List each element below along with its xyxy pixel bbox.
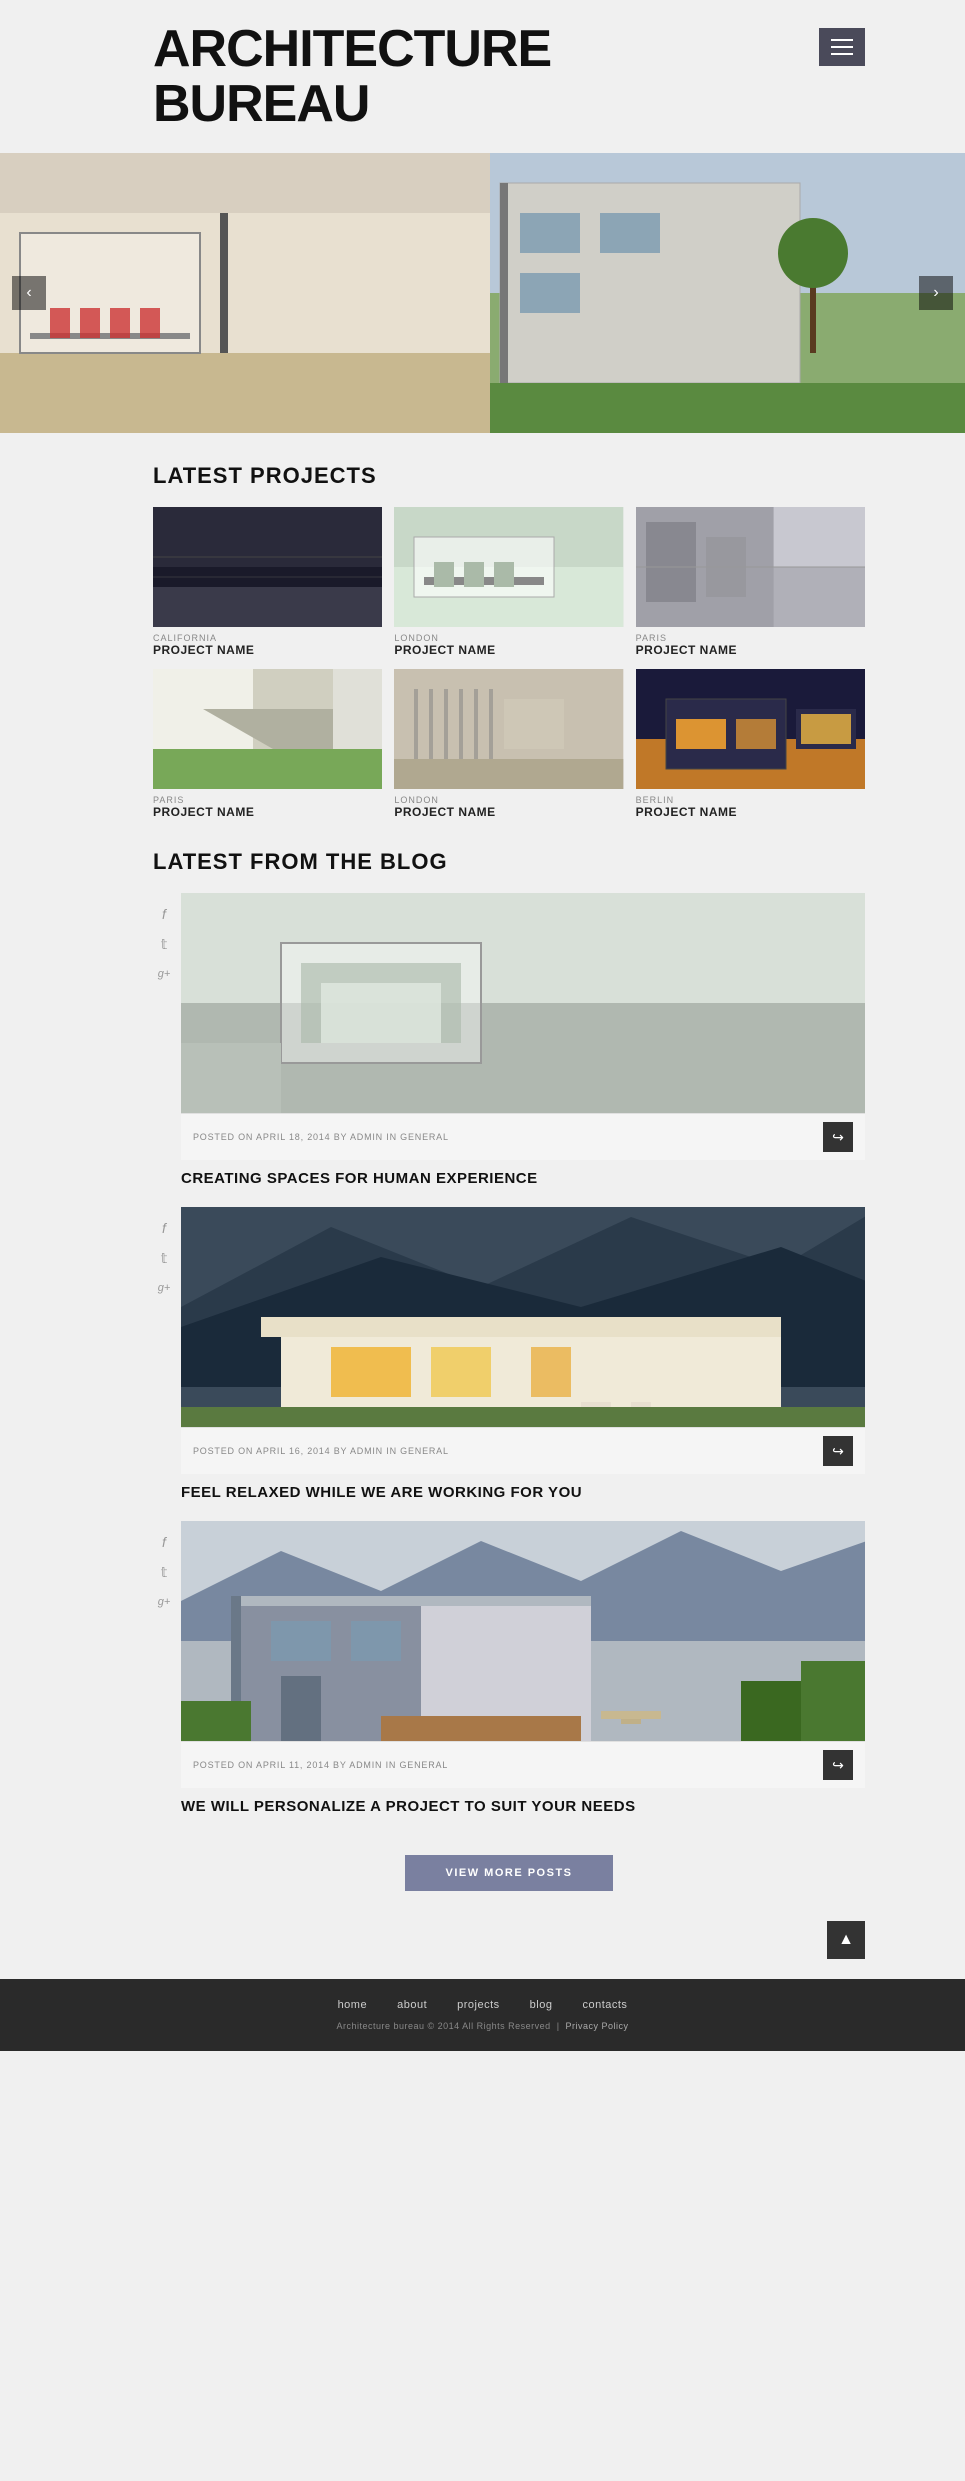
project-name-1: PROJECT NAME bbox=[153, 643, 382, 657]
menu-line-3 bbox=[831, 53, 853, 55]
project-name-3: PROJECT NAME bbox=[636, 643, 865, 657]
twitter-icon-1[interactable]: 𝕥 bbox=[153, 933, 175, 955]
blog-post-2: f 𝕥 g+ bbox=[153, 1207, 865, 1521]
project-svg-3 bbox=[636, 507, 865, 627]
project-svg-4 bbox=[153, 669, 382, 789]
project-location-6: BERLIN bbox=[636, 795, 865, 805]
blog-section: LATEST FROM THE BLOG f 𝕥 g+ bbox=[153, 849, 865, 1921]
slider-next-button[interactable]: › bbox=[919, 276, 953, 310]
share-button-3[interactable]: ↪ bbox=[823, 1750, 853, 1780]
project-card-5[interactable]: LONDON PROJECT NAME bbox=[394, 669, 623, 819]
view-more-button[interactable]: VIEW MORE POSTS bbox=[405, 1855, 612, 1891]
blog-post-3: f 𝕥 g+ bbox=[153, 1521, 865, 1835]
project-name-6: PROJECT NAME bbox=[636, 805, 865, 819]
project-image-6 bbox=[636, 669, 865, 789]
project-svg-5 bbox=[394, 669, 623, 789]
footer-nav-about[interactable]: about bbox=[397, 1999, 427, 2011]
share-button-2[interactable]: ↪ bbox=[823, 1436, 853, 1466]
share-button-1[interactable]: ↪ bbox=[823, 1122, 853, 1152]
footer-privacy-link[interactable]: Privacy Policy bbox=[566, 2021, 629, 2031]
footer-nav-projects[interactable]: projects bbox=[457, 1999, 500, 2011]
blog-meta-bar-2: POSTED ON APRIL 16, 2014 BY ADMIN IN GEN… bbox=[181, 1427, 865, 1474]
project-card-2[interactable]: LONDON PROJECT NAME bbox=[394, 507, 623, 657]
blog-title-2: FEEL RELAXED WHILE WE ARE WORKING FOR YO… bbox=[181, 1474, 865, 1521]
site-title: ARCHITECTUREBUREAU bbox=[153, 22, 551, 131]
project-svg-1 bbox=[153, 507, 382, 627]
twitter-icon-3[interactable]: 𝕥 bbox=[153, 1561, 175, 1583]
project-location-3: PARIS bbox=[636, 633, 865, 643]
project-location-2: LONDON bbox=[394, 633, 623, 643]
blog-section-title: LATEST FROM THE BLOG bbox=[153, 849, 865, 875]
blog-image-2 bbox=[181, 1207, 865, 1427]
blog-title-1: CREATING SPACES FOR HUMAN EXPERIENCE bbox=[181, 1160, 865, 1207]
project-svg-6 bbox=[636, 669, 865, 789]
blog-meta-bar-3: POSTED ON APRIL 11, 2014 BY ADMIN IN GEN… bbox=[181, 1741, 865, 1788]
blog-meta-3: POSTED ON APRIL 11, 2014 BY ADMIN IN GEN… bbox=[193, 1760, 448, 1770]
blog-meta-1: POSTED ON APRIL 18, 2014 BY ADMIN IN GEN… bbox=[193, 1132, 449, 1142]
footer-copyright: Architecture bureau © 2014 All Rights Re… bbox=[20, 2021, 945, 2031]
menu-line-2 bbox=[831, 46, 853, 48]
blog-main-1: POSTED ON APRIL 18, 2014 BY ADMIN IN GEN… bbox=[181, 893, 865, 1207]
blog-meta-2: POSTED ON APRIL 16, 2014 BY ADMIN IN GEN… bbox=[193, 1446, 449, 1456]
footer-nav: home about projects blog contacts bbox=[20, 1999, 945, 2011]
blog-main-2: POSTED ON APRIL 16, 2014 BY ADMIN IN GEN… bbox=[181, 1207, 865, 1521]
blog-social-2: f 𝕥 g+ bbox=[153, 1207, 181, 1521]
project-name-5: PROJECT NAME bbox=[394, 805, 623, 819]
googleplus-icon-2[interactable]: g+ bbox=[153, 1277, 175, 1299]
blog-title-3: WE WILL PERSONALIZE A PROJECT TO SUIT YO… bbox=[181, 1788, 865, 1835]
project-image-3 bbox=[636, 507, 865, 627]
blog-svg-2 bbox=[181, 1207, 865, 1427]
twitter-icon-2[interactable]: 𝕥 bbox=[153, 1247, 175, 1269]
hero-slider: ‹ › bbox=[0, 153, 965, 433]
blog-post-1: f 𝕥 g+ POSTED ON AP bbox=[153, 893, 865, 1207]
blog-main-3: POSTED ON APRIL 11, 2014 BY ADMIN IN GEN… bbox=[181, 1521, 865, 1835]
project-name-4: PROJECT NAME bbox=[153, 805, 382, 819]
blog-meta-bar-1: POSTED ON APRIL 18, 2014 BY ADMIN IN GEN… bbox=[181, 1113, 865, 1160]
latest-projects-section: LATEST PROJECTS CALIFORNIA PROJECT NAME bbox=[153, 463, 865, 819]
menu-button[interactable] bbox=[819, 28, 865, 66]
project-image-1 bbox=[153, 507, 382, 627]
project-location-1: CALIFORNIA bbox=[153, 633, 382, 643]
blog-social-3: f 𝕥 g+ bbox=[153, 1521, 181, 1835]
footer-nav-blog[interactable]: blog bbox=[530, 1999, 553, 2011]
scroll-top-area: ▲ bbox=[0, 1921, 965, 1979]
project-card-1[interactable]: CALIFORNIA PROJECT NAME bbox=[153, 507, 382, 657]
main-content: LATEST PROJECTS CALIFORNIA PROJECT NAME bbox=[0, 433, 965, 1921]
project-image-5 bbox=[394, 669, 623, 789]
site-header: ARCHITECTUREBUREAU bbox=[0, 0, 965, 153]
facebook-icon-1[interactable]: f bbox=[153, 903, 175, 925]
facebook-icon-3[interactable]: f bbox=[153, 1531, 175, 1553]
slider-prev-button[interactable]: ‹ bbox=[12, 276, 46, 310]
project-name-2: PROJECT NAME bbox=[394, 643, 623, 657]
footer-nav-home[interactable]: home bbox=[338, 1999, 368, 2011]
project-location-5: LONDON bbox=[394, 795, 623, 805]
googleplus-icon-1[interactable]: g+ bbox=[153, 963, 175, 985]
menu-line-1 bbox=[831, 39, 853, 41]
facebook-icon-2[interactable]: f bbox=[153, 1217, 175, 1239]
site-footer: home about projects blog contacts Archit… bbox=[0, 1979, 965, 2051]
project-card-4[interactable]: PARIS PROJECT NAME bbox=[153, 669, 382, 819]
scroll-top-button[interactable]: ▲ bbox=[827, 1921, 865, 1959]
project-image-2 bbox=[394, 507, 623, 627]
blog-image-1 bbox=[181, 893, 865, 1113]
googleplus-icon-3[interactable]: g+ bbox=[153, 1591, 175, 1613]
blog-image-3 bbox=[181, 1521, 865, 1741]
project-image-4 bbox=[153, 669, 382, 789]
footer-nav-contacts[interactable]: contacts bbox=[582, 1999, 627, 2011]
projects-grid: CALIFORNIA PROJECT NAME LONDON bbox=[153, 507, 865, 819]
project-card-3[interactable]: PARIS PROJECT NAME bbox=[636, 507, 865, 657]
latest-projects-title: LATEST PROJECTS bbox=[153, 463, 865, 489]
blog-svg-1 bbox=[181, 893, 865, 1113]
project-card-6[interactable]: BERLIN PROJECT NAME bbox=[636, 669, 865, 819]
project-svg-2 bbox=[394, 507, 623, 627]
project-location-4: PARIS bbox=[153, 795, 382, 805]
blog-social-1: f 𝕥 g+ bbox=[153, 893, 181, 1207]
hero-image bbox=[0, 153, 965, 433]
view-more-section: VIEW MORE POSTS bbox=[153, 1835, 865, 1921]
blog-svg-3 bbox=[181, 1521, 865, 1741]
